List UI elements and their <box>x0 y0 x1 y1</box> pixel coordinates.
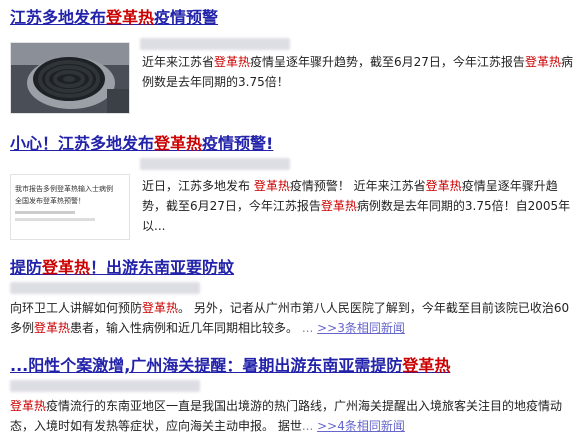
result-snippet: 近日，江苏多地发布 登革热疫情预警！ 近年来江苏省登革热疫情呈逐年骤升趋势，截至… <box>142 179 571 233</box>
result-title-link[interactable]: 小心！江苏多地发布登革热疫情预警! <box>10 134 273 154</box>
blurred-source-meta <box>10 282 200 294</box>
result-thumbnail[interactable] <box>10 42 130 114</box>
result-snippet: 向环卫工人讲解如何预防登革热。 另外，记者从广州市第八人民医院了解到，今年截至目… <box>10 301 570 335</box>
title-text: ！出游东南亚要防蚊 <box>90 258 235 277</box>
title-text: 江苏多地发布 <box>10 8 107 27</box>
result-title-link[interactable]: 江苏多地发布登革热疫情预警 <box>10 8 218 28</box>
blurred-source-meta <box>10 380 200 392</box>
title-highlight: 登革热 <box>154 134 203 153</box>
related-news-link[interactable]: >>4条相同新闻 <box>317 419 405 433</box>
blurred-source-meta <box>140 158 290 170</box>
mosquito-coil-image <box>11 43 129 113</box>
search-result-4: ...阳性个案激增,广州海关提醒：暑期出游东南亚需提防登革热 登革热疫情流行的东… <box>10 356 580 433</box>
title-text: 提防 <box>10 258 43 277</box>
title-text: 小心！江苏多地发布 <box>10 134 155 153</box>
result-thumbnail[interactable]: 我市报告多例登革热输入士病例 全国发布登革热预警！ <box>10 174 130 240</box>
title-text: 疫情预警! <box>202 134 274 153</box>
blurred-source-meta <box>140 38 290 50</box>
search-result-2: 小心！江苏多地发布登革热疫情预警! 我市报告多例登革热输入士病例 全国发布登革热… <box>10 134 580 240</box>
news-text-image: 我市报告多例登革热输入士病例 全国发布登革热预警！ <box>11 175 129 239</box>
title-highlight: 登革热 <box>106 8 155 27</box>
result-title-link[interactable]: ...阳性个案激增,广州海关提醒：暑期出游东南亚需提防登革热 <box>10 356 450 376</box>
result-snippet: 近年来江苏省登革热疫情呈逐年骤升趋势，截至6月27日，今年江苏报告登革热病例数是… <box>142 55 573 89</box>
title-text: 疫情预警 <box>154 8 219 27</box>
title-highlight: 登革热 <box>402 356 451 375</box>
search-result-3: 提防登革热！出游东南亚要防蚊 向环卫工人讲解如何预防登革热。 另外，记者从广州市… <box>10 258 580 335</box>
result-snippet: 登革热疫情流行的东南亚地区一直是我国出境游的热门路线，广州海关提醒出入境旅客关注… <box>10 399 563 433</box>
svg-text:我市报告多例登革热输入士病例: 我市报告多例登革热输入士病例 <box>15 184 113 193</box>
title-text: ...阳性个案激增,广州海关提醒：暑期出游东南亚需提防 <box>10 356 403 375</box>
related-news-link[interactable]: >>3条相同新闻 <box>317 321 405 335</box>
search-result-1: 江苏多地发布登革热疫情预警 近年来江苏省登革热疫情呈逐年骤升趋势，截至6月27日… <box>10 8 580 114</box>
title-highlight: 登革热 <box>42 258 91 277</box>
result-title-link[interactable]: 提防登革热！出游东南亚要防蚊 <box>10 258 234 278</box>
svg-text:全国发布登革热预警！: 全国发布登革热预警！ <box>15 196 85 205</box>
